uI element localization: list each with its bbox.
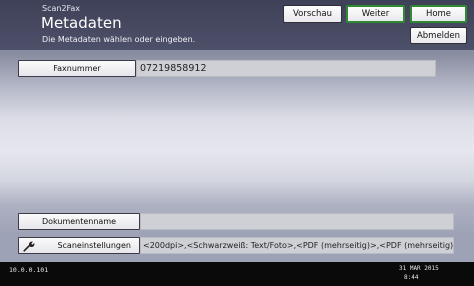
preview-button-label: Vorschau: [293, 9, 332, 19]
ip-address: 10.0.0.101: [9, 266, 49, 274]
page-title: Metadaten: [41, 14, 122, 32]
logout-button[interactable]: Abmelden: [410, 27, 467, 44]
app-name: Scan2Fax: [42, 4, 81, 13]
document-name-label: Dokumentenname: [41, 217, 117, 226]
scan-settings-label: Scaneinstellungen: [57, 241, 131, 250]
scan-settings-field: <200dpi>,<Schwarzweiß: Text/Foto>,<PDF (…: [140, 237, 454, 254]
fax-number-label: Faxnummer: [53, 64, 101, 73]
scan-settings-value: <200dpi>,<Schwarzweiß: Text/Foto>,<PDF (…: [143, 241, 454, 250]
fax-number-field[interactable]: 07219858912: [136, 60, 436, 77]
fax-number-value: 07219858912: [140, 63, 207, 74]
next-button-label: Weiter: [361, 9, 390, 19]
status-bar: 10.0.0.101 31 MAR 2015 8:44: [0, 262, 474, 286]
header-bar: Scan2Fax Metadaten Die Metadaten wählen …: [0, 0, 474, 50]
logout-button-label: Abmelden: [416, 30, 461, 41]
fax-number-button[interactable]: Faxnummer: [18, 60, 136, 77]
status-time: 8:44: [404, 274, 419, 281]
home-button-label: Home: [425, 9, 452, 19]
preview-button[interactable]: Vorschau: [283, 5, 342, 23]
scan-settings-button[interactable]: Scaneinstellungen: [18, 237, 140, 254]
wrench-icon: [23, 241, 35, 252]
page-subtitle: Die Metadaten wählen oder eingeben.: [42, 35, 196, 44]
document-name-button[interactable]: Dokumentenname: [18, 213, 140, 230]
status-date: 31 MAR 2015: [399, 265, 439, 272]
next-button[interactable]: Weiter: [346, 5, 405, 23]
home-button[interactable]: Home: [410, 5, 467, 23]
document-name-field[interactable]: [140, 213, 454, 230]
